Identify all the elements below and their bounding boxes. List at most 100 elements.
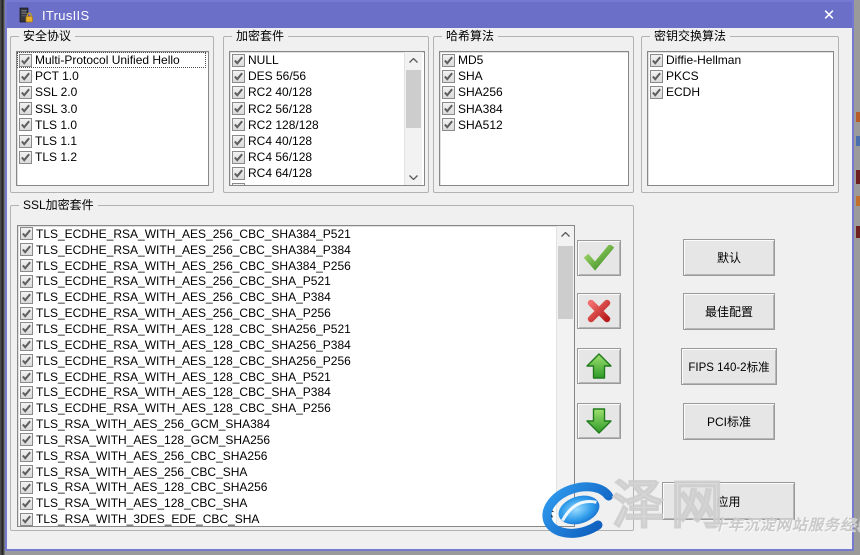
checkbox-checked-icon[interactable] (232, 135, 245, 148)
check-list-item[interactable]: Multi-Protocol Unified Hello (17, 52, 206, 68)
checkbox-checked-icon[interactable] (19, 70, 32, 83)
check-list-item[interactable]: TLS_ECDHE_RSA_WITH_AES_128_CBC_SHA_P256 (18, 400, 574, 416)
checkbox-checked-icon[interactable] (232, 151, 245, 164)
checkbox-checked-icon[interactable] (650, 70, 663, 83)
checkbox-checked-icon[interactable] (20, 275, 33, 288)
check-list-item[interactable]: DES 56/56 (230, 68, 424, 84)
check-list-item[interactable]: TLS 1.1 (17, 133, 208, 149)
checkbox-checked-icon[interactable] (19, 118, 32, 131)
checkbox-checked-icon[interactable] (20, 402, 33, 415)
check-list-item[interactable]: TLS 1.0 (17, 117, 208, 133)
move-down-button[interactable] (577, 403, 621, 439)
check-list-item[interactable]: RC4 128/128 (230, 182, 424, 187)
check-list-item[interactable]: TLS_RSA_WITH_AES_256_CBC_SHA256 (18, 448, 574, 464)
apply-button[interactable]: 应用 (662, 482, 795, 520)
check-list-item[interactable]: TLS_ECDHE_RSA_WITH_AES_128_CBC_SHA256_P5… (18, 321, 574, 337)
check-list-item[interactable]: TLS_RSA_WITH_AES_256_GCM_SHA384 (18, 416, 574, 432)
checkbox-checked-icon[interactable] (20, 227, 33, 240)
check-list-item[interactable]: RC4 40/128 (230, 133, 424, 149)
check-list-item[interactable]: NULL (230, 52, 424, 68)
checkbox-checked-icon[interactable] (20, 243, 33, 256)
checkbox-checked-icon[interactable] (232, 54, 245, 67)
check-list-item[interactable]: SHA384 (440, 101, 628, 117)
key-exchange-checklist[interactable]: Diffie-HellmanPKCSECDH (647, 51, 834, 186)
scrollbar-thumb[interactable] (406, 70, 421, 128)
check-list-item[interactable]: MD5 (440, 52, 628, 68)
hash-checklist[interactable]: MD5SHASHA256SHA384SHA512 (439, 51, 629, 186)
checkbox-checked-icon[interactable] (20, 418, 33, 431)
check-list-item[interactable]: TLS_ECDHE_RSA_WITH_AES_256_CBC_SHA384_P3… (18, 242, 574, 258)
checkbox-checked-icon[interactable] (650, 86, 663, 99)
check-list-item[interactable]: TLS_RSA_WITH_AES_256_CBC_SHA (18, 464, 574, 480)
checkbox-checked-icon[interactable] (20, 481, 33, 494)
checkbox-checked-icon[interactable] (650, 54, 663, 67)
checkbox-checked-icon[interactable] (19, 54, 32, 67)
checkbox-checked-icon[interactable] (20, 259, 33, 272)
check-list-item[interactable]: SSL 3.0 (17, 101, 208, 117)
remove-button[interactable] (577, 293, 621, 329)
check-list-item[interactable]: ECDH (648, 84, 833, 100)
checkbox-checked-icon[interactable] (20, 291, 33, 304)
pci-standard-button[interactable]: PCI标准 (683, 403, 775, 440)
fips-140-2-button[interactable]: FIPS 140-2标准 (681, 348, 777, 385)
check-list-item[interactable]: TLS_RSA_WITH_AES_128_CBC_SHA (18, 495, 574, 511)
checkbox-checked-icon[interactable] (232, 102, 245, 115)
check-list-item[interactable]: SHA256 (440, 84, 628, 100)
check-list-item[interactable]: PKCS (648, 68, 833, 84)
check-list-item[interactable]: TLS 1.2 (17, 149, 208, 165)
checkbox-checked-icon[interactable] (442, 54, 455, 67)
title-bar[interactable]: ITrusIIS ✕ (7, 2, 852, 28)
checkbox-checked-icon[interactable] (232, 70, 245, 83)
checkbox-checked-icon[interactable] (232, 183, 245, 186)
checkbox-checked-icon[interactable] (19, 135, 32, 148)
check-list-item[interactable]: TLS_RSA_WITH_AES_128_CBC_SHA256 (18, 480, 574, 496)
check-list-item[interactable]: PCT 1.0 (17, 68, 208, 84)
check-list-item[interactable]: TLS_ECDHE_RSA_WITH_AES_256_CBC_SHA_P384 (18, 289, 574, 305)
check-list-item[interactable]: TLS_ECDHE_RSA_WITH_AES_128_CBC_SHA_P521 (18, 369, 574, 385)
check-list-item[interactable]: Diffie-Hellman (648, 52, 833, 68)
check-list-item[interactable]: RC4 64/128 (230, 165, 424, 181)
check-list-item[interactable]: RC2 40/128 (230, 84, 424, 100)
check-list-item[interactable]: TLS_ECDHE_RSA_WITH_AES_256_CBC_SHA_P256 (18, 305, 574, 321)
check-list-item[interactable]: TLS_ECDHE_RSA_WITH_AES_128_CBC_SHA256_P2… (18, 353, 574, 369)
scroll-down-icon[interactable] (557, 510, 574, 526)
checkbox-checked-icon[interactable] (20, 465, 33, 478)
scroll-up-icon[interactable] (557, 226, 574, 242)
ssl-list-scrollbar[interactable] (556, 226, 574, 526)
checkbox-checked-icon[interactable] (20, 307, 33, 320)
checkbox-checked-icon[interactable] (232, 167, 245, 180)
ssl-suite-checklist[interactable]: TLS_ECDHE_RSA_WITH_AES_256_CBC_SHA384_P5… (17, 225, 575, 527)
checkbox-checked-icon[interactable] (232, 118, 245, 131)
checkbox-checked-icon[interactable] (19, 151, 32, 164)
best-config-button[interactable]: 最佳配置 (683, 293, 775, 330)
check-list-item[interactable]: TLS_ECDHE_RSA_WITH_AES_128_CBC_SHA_P384 (18, 384, 574, 400)
check-list-item[interactable]: TLS_ECDHE_RSA_WITH_AES_256_CBC_SHA_P521 (18, 274, 574, 290)
scroll-down-icon[interactable] (405, 169, 422, 185)
checkbox-checked-icon[interactable] (20, 354, 33, 367)
confirm-button[interactable] (577, 240, 621, 276)
check-list-item[interactable]: RC2 128/128 (230, 117, 424, 133)
checkbox-checked-icon[interactable] (19, 102, 32, 115)
checkbox-checked-icon[interactable] (442, 102, 455, 115)
default-button[interactable]: 默认 (683, 239, 775, 276)
protocol-checklist[interactable]: Multi-Protocol Unified HelloPCT 1.0SSL 2… (16, 51, 209, 186)
checkbox-checked-icon[interactable] (20, 338, 33, 351)
check-list-item[interactable]: SSL 2.0 (17, 84, 208, 100)
check-list-item[interactable]: TLS_RSA_WITH_AES_128_GCM_SHA256 (18, 432, 574, 448)
scroll-up-icon[interactable] (405, 52, 422, 68)
check-list-item[interactable]: TLS_ECDHE_RSA_WITH_AES_256_CBC_SHA384_P5… (18, 226, 574, 242)
check-list-item[interactable]: TLS_RSA_WITH_3DES_EDE_CBC_SHA (18, 511, 574, 527)
cipher-checklist[interactable]: NULLDES 56/56RC2 40/128RC2 56/128RC2 128… (229, 51, 425, 186)
checkbox-checked-icon[interactable] (442, 86, 455, 99)
checkbox-checked-icon[interactable] (442, 118, 455, 131)
check-list-item[interactable]: TLS_ECDHE_RSA_WITH_AES_256_CBC_SHA384_P2… (18, 258, 574, 274)
checkbox-checked-icon[interactable] (20, 386, 33, 399)
checkbox-checked-icon[interactable] (20, 497, 33, 510)
checkbox-checked-icon[interactable] (20, 449, 33, 462)
checkbox-checked-icon[interactable] (442, 70, 455, 83)
check-list-item[interactable]: SHA (440, 68, 628, 84)
checkbox-checked-icon[interactable] (19, 86, 32, 99)
cipher-list-scrollbar[interactable] (404, 52, 422, 185)
checkbox-checked-icon[interactable] (232, 86, 245, 99)
check-list-item[interactable]: RC4 56/128 (230, 149, 424, 165)
